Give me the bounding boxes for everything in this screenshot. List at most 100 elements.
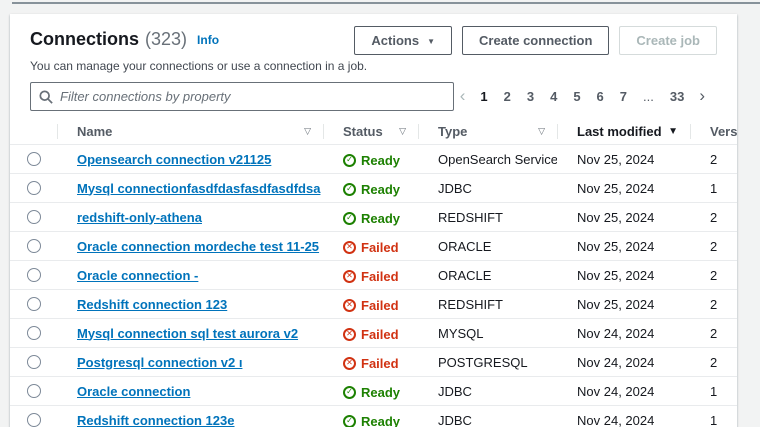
status-label: Ready [361,414,400,427]
row-select-cell [10,181,57,195]
status-badge: Ready [343,385,400,400]
connection-name-link[interactable]: Opensearch connection v21125 [77,152,271,167]
status-cell: Ready [323,411,418,427]
status-badge: Failed [343,327,399,342]
status-cell: Ready [323,382,418,400]
connection-name-link[interactable]: Redshift connection 123 [77,297,227,312]
create-connection-button[interactable]: Create connection [462,26,609,55]
status-label: Failed [361,269,399,284]
caret-down-icon: ▼ [427,38,435,46]
connection-name-link[interactable]: Oracle connection - [77,268,198,283]
status-badge: Failed [343,240,399,255]
page-4-button[interactable]: 4 [543,86,564,107]
last-modified-cell: Nov 24, 2024 [557,384,690,399]
last-modified-cell: Nov 25, 2024 [557,239,690,254]
status-label: Ready [361,211,400,226]
row-radio-button[interactable] [27,268,41,282]
type-cell: JDBC [418,384,557,399]
previous-page-button[interactable]: ‹ [454,87,472,106]
name-cell: Postgresql connection v2 ı [57,355,323,370]
table-row: Redshift connection 123e Ready JDBC Nov … [10,406,737,427]
page-7-button[interactable]: 7 [613,86,634,107]
table-row: redshift-only-athena Ready REDSHIFT Nov … [10,203,737,232]
type-cell: OpenSearch Service [418,152,557,167]
row-radio-button[interactable] [27,239,41,253]
version-cell: 1 [690,413,737,427]
info-link[interactable]: Info [197,33,219,47]
status-label: Failed [361,327,399,342]
page-last-button[interactable]: 33 [663,86,691,107]
row-radio-button[interactable] [27,413,41,427]
type-cell: ORACLE [418,239,557,254]
column-header-type[interactable]: Type▽ [418,119,557,144]
version-cell: 1 [690,181,737,196]
column-header-status[interactable]: Status▽ [323,119,418,144]
status-cell: Ready [323,150,418,168]
type-cell: JDBC [418,181,557,196]
version-cell: 2 [690,355,737,370]
connection-name-link[interactable]: Redshift connection 123e [77,413,234,427]
status-cell: Ready [323,179,418,197]
last-modified-cell: Nov 25, 2024 [557,210,690,225]
row-select-cell [10,210,57,224]
column-header-select [10,119,57,144]
connections-table: Name▽Status▽Type▽Last modified▼Version O… [10,119,737,427]
sorted-desc-icon: ▼ [662,126,678,137]
column-header-version: Version [690,119,737,144]
page-2-button[interactable]: 2 [497,86,518,107]
status-ready-icon [343,212,356,225]
name-cell: redshift-only-athena [57,210,323,225]
row-radio-button[interactable] [27,297,41,311]
connection-name-link[interactable]: Mysql connection sql test aurora v2 [77,326,298,341]
search-icon [39,90,53,104]
connection-name-link[interactable]: redshift-only-athena [77,210,202,225]
row-radio-button[interactable] [27,181,41,195]
row-radio-button[interactable] [27,152,41,166]
page-1-button[interactable]: 1 [473,86,494,107]
status-badge: Ready [343,414,400,427]
column-header-name[interactable]: Name▽ [57,119,323,144]
name-cell: Opensearch connection v21125 [57,152,323,167]
name-cell: Redshift connection 123 [57,297,323,312]
table-header: Name▽Status▽Type▽Last modified▼Version [10,119,737,145]
filter-input[interactable] [60,89,445,104]
sort-icon: ▽ [393,126,406,137]
row-radio-button[interactable] [27,326,41,340]
table-row: Mysql connection sql test aurora v2 Fail… [10,319,737,348]
top-divider [12,2,760,4]
panel-description: You can manage your connections or use a… [30,59,717,73]
page-6-button[interactable]: 6 [590,86,611,107]
row-radio-button[interactable] [27,355,41,369]
actions-button[interactable]: Actions ▼ [354,26,452,55]
type-cell: MYSQL [418,326,557,341]
type-cell: ORACLE [418,268,557,283]
connection-name-link[interactable]: Mysql connectionfasdfdasfasdfasdfdsa [77,181,320,196]
row-radio-button[interactable] [27,210,41,224]
status-badge: Ready [343,211,400,226]
page-5-button[interactable]: 5 [566,86,587,107]
version-cell: 2 [690,152,737,167]
table-row: Oracle connection - Failed ORACLE Nov 25… [10,261,737,290]
version-cell: 2 [690,326,737,341]
connection-name-link[interactable]: Postgresql connection v2 ı [77,355,242,370]
version-cell: 2 [690,210,737,225]
status-failed-icon [343,328,356,341]
row-select-cell [10,355,57,369]
type-cell: REDSHIFT [418,297,557,312]
status-label: Failed [361,356,399,371]
page-3-button[interactable]: 3 [520,86,541,107]
connection-name-link[interactable]: Oracle connection [77,384,190,399]
status-failed-icon [343,241,356,254]
actions-button-label: Actions [371,33,419,48]
type-cell: POSTGRESQL [418,355,557,370]
last-modified-cell: Nov 24, 2024 [557,413,690,427]
row-radio-button[interactable] [27,384,41,398]
create-job-button[interactable]: Create job [619,26,717,55]
connection-name-link[interactable]: Oracle connection mordeche test 11-25 [77,239,319,254]
table-row: Oracle connection Ready JDBC Nov 24, 202… [10,377,737,406]
column-header-last-modified[interactable]: Last modified▼ [557,119,690,144]
row-select-cell [10,384,57,398]
table-body: Opensearch connection v21125 Ready OpenS… [10,145,737,427]
version-cell: 2 [690,239,737,254]
next-page-button[interactable]: › [693,87,711,106]
